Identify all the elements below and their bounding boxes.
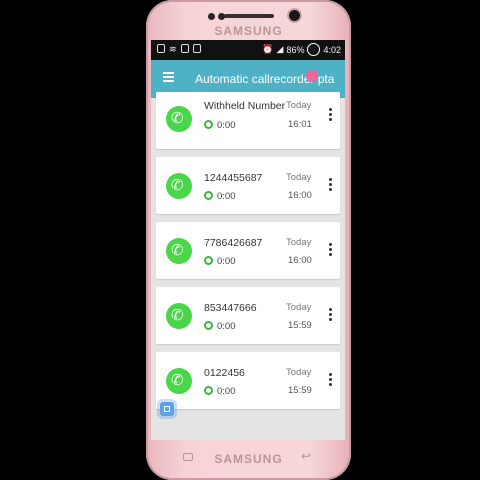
call-number: 0122456 bbox=[204, 367, 245, 379]
call-avatar: ✆ bbox=[166, 173, 192, 199]
duration-icon bbox=[204, 256, 213, 265]
recent-apps-icon[interactable] bbox=[183, 453, 193, 461]
sim-icon bbox=[157, 44, 165, 53]
call-duration: 0:00 bbox=[217, 191, 236, 202]
more-options-icon[interactable] bbox=[329, 178, 332, 181]
call-duration: 0:00 bbox=[217, 120, 236, 131]
call-list-item[interactable]: ✆ 7786426687 0:00 Today 16:00 bbox=[156, 222, 340, 279]
status-notification-icons: ≋ bbox=[157, 44, 201, 55]
call-number: 853447666 bbox=[204, 302, 257, 314]
more-options-icon[interactable] bbox=[329, 243, 332, 246]
duration-icon bbox=[204, 191, 213, 200]
floating-record-button[interactable] bbox=[160, 402, 174, 416]
front-camera-icon bbox=[289, 10, 300, 21]
earpiece-speaker bbox=[223, 14, 274, 18]
duration-icon bbox=[204, 386, 213, 395]
call-day: Today bbox=[286, 100, 312, 111]
call-avatar: ✆ bbox=[166, 106, 192, 132]
call-number: Withheld Number bbox=[204, 100, 286, 112]
call-list-item[interactable]: ✆ 853447666 0:00 Today 15:59 bbox=[156, 287, 340, 344]
battery-icon bbox=[307, 43, 321, 56]
alarm-icon: ⏰ bbox=[262, 44, 274, 54]
call-number: 1244455687 bbox=[204, 172, 263, 184]
brand-logo-top: SAMSUNG bbox=[214, 24, 283, 38]
call-duration: 0:00 bbox=[217, 256, 236, 267]
status-system-icons: ⏰ ◢ 86% 4:02 bbox=[262, 43, 341, 56]
more-options-icon[interactable] bbox=[329, 108, 332, 111]
hamburger-menu-icon[interactable] bbox=[163, 72, 174, 82]
more-options-icon[interactable] bbox=[329, 373, 332, 376]
call-duration: 0:00 bbox=[217, 386, 236, 397]
wifi-icon: ≋ bbox=[169, 44, 177, 54]
touch-indicator bbox=[306, 70, 318, 82]
image-icon bbox=[180, 44, 189, 53]
call-time: 16:01 bbox=[288, 119, 312, 130]
call-list-item[interactable]: ✆ Withheld Number 0:00 Today 16:01 bbox=[156, 92, 340, 149]
call-avatar: ✆ bbox=[166, 303, 192, 329]
notification-icon bbox=[192, 44, 201, 53]
call-duration: 0:00 bbox=[217, 321, 236, 332]
hardware-keys: ↩ bbox=[151, 440, 345, 470]
phone-icon: ✆ bbox=[171, 177, 184, 194]
proximity-sensor bbox=[208, 13, 215, 20]
battery-percent: 86% bbox=[286, 44, 305, 55]
call-day: Today bbox=[286, 302, 312, 313]
record-icon bbox=[164, 406, 170, 412]
call-avatar: ✆ bbox=[166, 238, 192, 264]
call-time: 16:00 bbox=[288, 255, 312, 266]
phone-icon: ✆ bbox=[171, 307, 184, 324]
light-sensor bbox=[218, 13, 225, 20]
duration-icon bbox=[204, 120, 213, 129]
call-avatar: ✆ bbox=[166, 368, 192, 394]
back-icon[interactable]: ↩ bbox=[301, 449, 311, 463]
call-number: 7786426687 bbox=[204, 237, 263, 249]
phone-icon: ✆ bbox=[171, 372, 184, 389]
more-options-icon[interactable] bbox=[329, 308, 332, 311]
call-day: Today bbox=[286, 367, 312, 378]
call-list-item[interactable]: ✆ 0122456 0:00 Today 15:59 bbox=[156, 352, 340, 409]
call-day: Today bbox=[286, 237, 312, 248]
phone-icon: ✆ bbox=[171, 110, 184, 127]
status-bar: ≋ ⏰ ◢ 86% 4:02 bbox=[151, 40, 345, 60]
signal-icon: ◢ bbox=[276, 44, 284, 54]
screen: ≋ ⏰ ◢ 86% 4:02 Automatic callrecorder pt… bbox=[151, 40, 345, 440]
phone-icon: ✆ bbox=[171, 242, 184, 259]
call-list-item[interactable]: ✆ 1244455687 0:00 Today 16:00 bbox=[156, 157, 340, 214]
call-time: 16:00 bbox=[288, 190, 312, 201]
call-day: Today bbox=[286, 172, 312, 183]
status-clock: 4:02 bbox=[323, 44, 341, 55]
duration-icon bbox=[204, 321, 213, 330]
call-time: 15:59 bbox=[288, 320, 312, 331]
call-time: 15:59 bbox=[288, 385, 312, 396]
